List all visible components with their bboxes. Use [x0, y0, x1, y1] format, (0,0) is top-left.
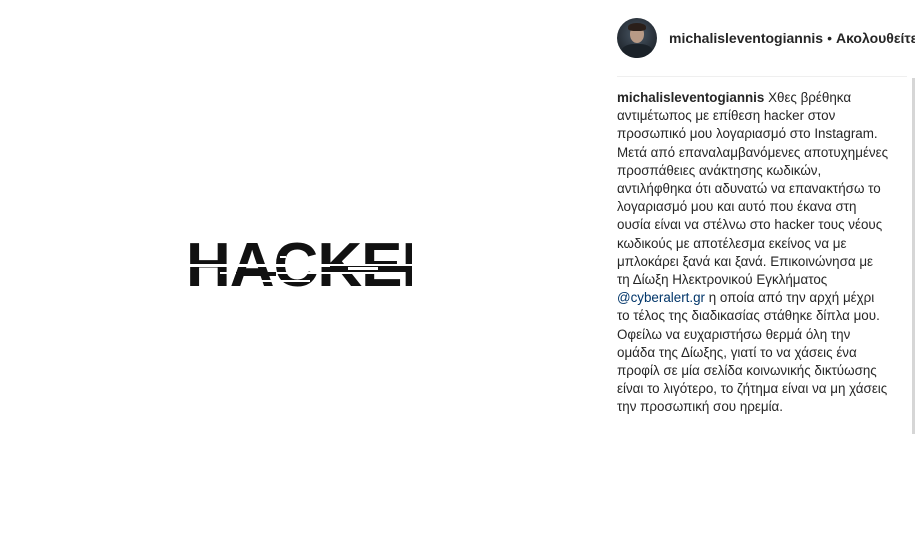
mention-link[interactable]: @cyberalert.gr [617, 290, 705, 305]
following-button[interactable]: Ακολουθείτε [836, 30, 915, 46]
header-divider [617, 76, 907, 77]
post-caption: michalisleventogiannis Χθες βρέθηκα αντι… [617, 89, 889, 417]
caption-username-link[interactable]: michalisleventogiannis [617, 90, 764, 105]
post-header: michalisleventogiannis • Ακολουθείτε [617, 16, 915, 60]
header-separator: • [827, 30, 832, 46]
caption-text-part1: Χθες βρέθηκα αντιμέτωπος με επίθεση hack… [617, 90, 889, 288]
post-image[interactable]: HACKED [0, 0, 600, 553]
avatar[interactable] [617, 18, 657, 58]
instagram-post-window: HACKED michalisleventogiannis • Ακολουθε… [0, 0, 915, 553]
caption-text-part2: η οποία από την αρχή μέχρι το τέλος της … [617, 290, 888, 415]
hacked-graphic: HACKED [180, 231, 412, 298]
post-sidebar: michalisleventogiannis • Ακολουθείτε mic… [600, 0, 915, 553]
header-username-link[interactable]: michalisleventogiannis [669, 30, 823, 46]
